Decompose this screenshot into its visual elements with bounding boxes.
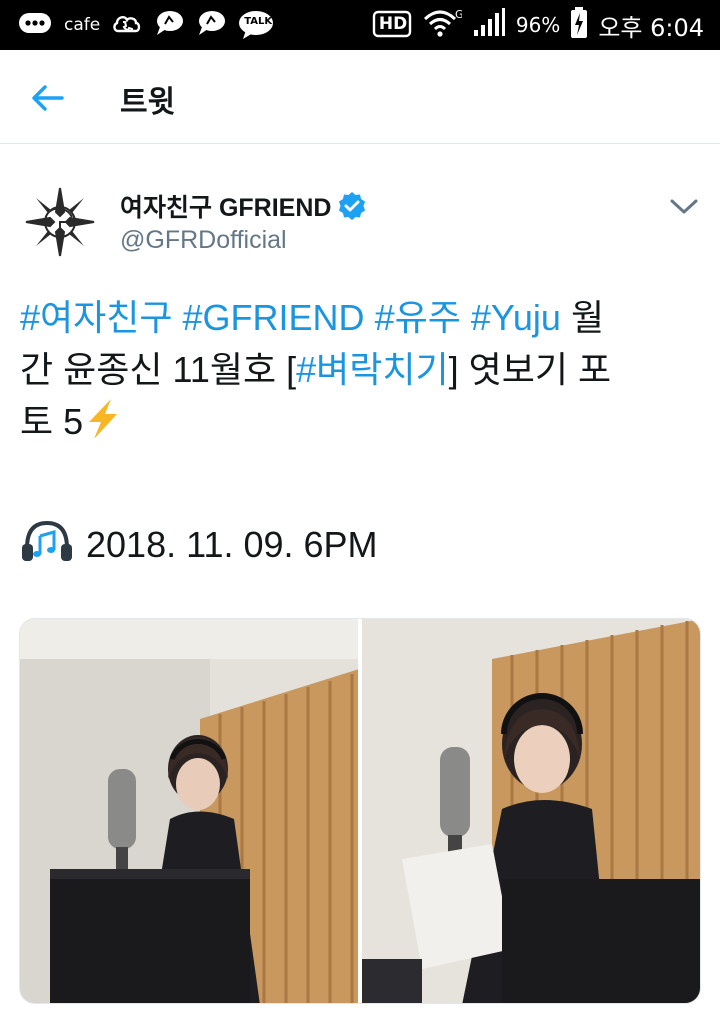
tweet-text-part: ] 엿보기 포 — [448, 349, 612, 390]
headphones-emoji-icon — [20, 518, 74, 571]
display-name-row[interactable]: 여자친구 GFRIEND — [120, 188, 367, 224]
hashtag-link[interactable]: #벼락치기 — [296, 349, 449, 390]
status-bar: cafe TALK HD G 96% 오후 6:04 — [0, 0, 720, 50]
svg-text:G: G — [455, 8, 462, 21]
display-name: 여자친구 GFRIEND — [120, 194, 332, 222]
lightning-emoji-icon — [83, 398, 123, 454]
release-date-text: 2018. 11. 09. 6PM — [86, 523, 378, 565]
phone-cloud-icon — [112, 9, 142, 41]
top-bar: 트윗 — [0, 50, 720, 144]
wifi-icon: G — [422, 7, 463, 43]
handle[interactable]: @GFRDofficial — [120, 226, 287, 255]
chat-dots-icon — [18, 11, 52, 39]
battery-charging-icon — [570, 7, 588, 43]
tweet-text-part: 월 — [570, 297, 605, 338]
back-button[interactable] — [28, 78, 68, 118]
cafe-app-label: cafe — [64, 15, 101, 35]
tweet-photo-1[interactable] — [20, 619, 358, 1003]
clock: 오후 6:04 — [598, 13, 704, 42]
tweet-media-grid — [19, 618, 701, 1004]
status-bar-left: cafe TALK — [18, 8, 274, 42]
back-arrow-icon — [32, 85, 64, 111]
verified-badge-icon — [339, 192, 366, 220]
gfriend-logo-icon — [22, 184, 98, 260]
tweet-text: #여자친구 #GFRIEND #유주 #Yuju 월 간 윤종신 11월호 [#… — [20, 292, 704, 454]
status-bar-right: HD G 96% 오후 6:04 — [372, 7, 704, 43]
talk-label: TALK — [244, 16, 273, 27]
signal-icon — [472, 8, 506, 42]
chevron-down-icon — [670, 199, 698, 214]
avatar[interactable] — [20, 182, 100, 262]
hd-label: HD — [378, 14, 408, 34]
tweet-text-part: 간 윤종신 11월호 [ — [20, 349, 297, 390]
tweet-menu-button[interactable] — [666, 192, 702, 220]
speech-bubble-icon-1 — [154, 9, 184, 41]
speech-bubble-icon-2 — [196, 9, 226, 41]
page-title: 트윗 — [120, 85, 176, 120]
hashtag-link[interactable]: #여자친구 — [20, 297, 173, 338]
battery-percent: 96% — [515, 13, 561, 37]
tweet-photo-2[interactable] — [362, 619, 700, 1003]
release-date-line: 2018. 11. 09. 6PM — [20, 518, 378, 571]
kakaotalk-icon: TALK — [238, 10, 274, 40]
hd-voice-icon: HD — [372, 10, 412, 40]
hashtag-link[interactable]: #Yuju — [471, 297, 561, 338]
hashtag-link[interactable]: #GFRIEND — [183, 297, 365, 338]
hashtag-link[interactable]: #유주 — [375, 297, 461, 338]
tweet-text-part: 토 5 — [20, 401, 84, 442]
